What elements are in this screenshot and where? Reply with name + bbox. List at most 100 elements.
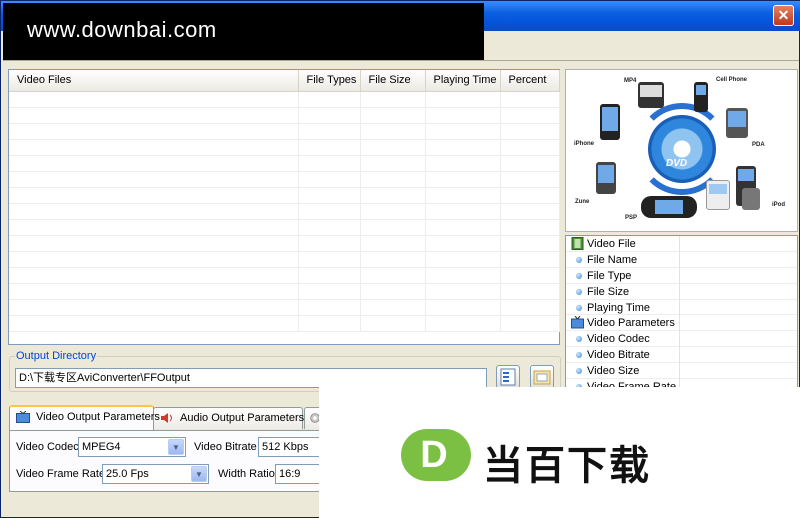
table-row[interactable] bbox=[9, 155, 560, 172]
video-codec-select[interactable]: MPEG4 ▼ bbox=[78, 437, 186, 457]
bullet-icon bbox=[576, 368, 582, 375]
table-cell bbox=[298, 187, 361, 204]
table-cell bbox=[298, 123, 361, 140]
table-row[interactable] bbox=[9, 171, 560, 188]
device-label-zune: Zune bbox=[575, 199, 590, 205]
property-row[interactable]: File Size bbox=[566, 283, 797, 300]
table-cell bbox=[9, 251, 299, 268]
video-frame-rate-select[interactable]: 25.0 Fps ▼ bbox=[102, 464, 209, 484]
table-cell bbox=[9, 203, 299, 220]
property-value-cell bbox=[679, 331, 680, 348]
table-cell bbox=[298, 171, 361, 188]
watermark-site-name: 当百下载 bbox=[483, 443, 651, 489]
video-file-list[interactable]: Video Files File Types File Size Playing… bbox=[8, 69, 560, 345]
table-cell bbox=[425, 123, 501, 140]
file-list-header: Video Files File Types File Size Playing… bbox=[9, 70, 560, 92]
bullet-icon bbox=[576, 336, 582, 343]
column-header-percent[interactable]: Percent bbox=[500, 70, 560, 92]
table-cell bbox=[425, 171, 501, 188]
column-header-file-size[interactable]: File Size bbox=[360, 70, 426, 92]
table-row[interactable] bbox=[9, 283, 560, 300]
device-label-mp4: MP4 bbox=[624, 78, 637, 84]
table-cell bbox=[360, 219, 426, 236]
table-cell bbox=[9, 283, 299, 300]
property-label: Video Codec bbox=[587, 333, 650, 346]
ipod-icon bbox=[706, 180, 730, 210]
table-cell bbox=[500, 155, 560, 172]
property-label: File Type bbox=[587, 269, 632, 282]
table-row[interactable] bbox=[9, 123, 560, 140]
table-cell bbox=[500, 187, 560, 204]
table-cell bbox=[298, 139, 361, 156]
table-cell bbox=[500, 251, 560, 268]
iphone-icon bbox=[600, 104, 620, 140]
property-row[interactable]: File Name bbox=[566, 251, 797, 268]
property-row[interactable]: Video Parameters bbox=[566, 315, 797, 332]
table-cell bbox=[500, 91, 560, 108]
table-row[interactable] bbox=[9, 203, 560, 220]
table-cell bbox=[500, 299, 560, 316]
tab-audio-output-parameters[interactable]: Audio Output Parameters bbox=[153, 407, 304, 429]
bullet-icon bbox=[576, 304, 582, 311]
table-cell bbox=[500, 203, 560, 220]
table-cell bbox=[9, 219, 299, 236]
table-cell bbox=[425, 235, 501, 252]
table-cell bbox=[9, 315, 299, 332]
close-button[interactable]: ✕ bbox=[773, 5, 794, 26]
browse-folder-button[interactable] bbox=[496, 365, 520, 389]
table-row[interactable] bbox=[9, 187, 560, 204]
table-row[interactable] bbox=[9, 251, 560, 268]
table-cell bbox=[500, 315, 560, 332]
column-header-file-types[interactable]: File Types bbox=[298, 70, 361, 92]
table-cell bbox=[425, 139, 501, 156]
table-cell bbox=[9, 299, 299, 316]
property-row[interactable]: Video File bbox=[566, 236, 797, 252]
table-cell bbox=[500, 107, 560, 124]
property-row[interactable]: Playing Time bbox=[566, 299, 797, 316]
property-label: Video Parameters bbox=[587, 317, 675, 330]
table-cell bbox=[425, 219, 501, 236]
table-row[interactable] bbox=[9, 299, 560, 316]
tab-video-output-parameters[interactable]: Video Output Parameters bbox=[9, 405, 160, 430]
table-row[interactable] bbox=[9, 235, 560, 252]
table-cell bbox=[425, 107, 501, 124]
table-cell bbox=[425, 283, 501, 300]
column-header-video-files[interactable]: Video Files bbox=[9, 70, 299, 92]
table-cell bbox=[298, 283, 361, 300]
table-cell bbox=[425, 203, 501, 220]
chevron-down-icon[interactable]: ▼ bbox=[191, 466, 207, 482]
table-row[interactable] bbox=[9, 267, 560, 284]
bullet-icon bbox=[576, 272, 582, 279]
chevron-down-icon[interactable]: ▼ bbox=[168, 439, 184, 455]
folder-list-icon bbox=[500, 368, 516, 386]
properties-panel[interactable]: Video File File Name File Type File Size Pla… bbox=[565, 235, 798, 388]
output-directory-input[interactable]: D:\下载专区AviConverter\FFOutput bbox=[15, 368, 487, 388]
table-cell bbox=[360, 139, 426, 156]
property-label: File Name bbox=[587, 253, 638, 266]
property-row[interactable]: Video Codec bbox=[566, 331, 797, 348]
property-label: Video Bitrate bbox=[587, 349, 650, 362]
property-row[interactable]: File Type bbox=[566, 267, 797, 284]
property-row[interactable]: Video Bitrate bbox=[566, 347, 797, 364]
table-row[interactable] bbox=[9, 139, 560, 156]
table-row[interactable] bbox=[9, 219, 560, 236]
table-row[interactable] bbox=[9, 91, 560, 108]
property-value-cell bbox=[679, 251, 680, 268]
table-cell bbox=[500, 235, 560, 252]
column-header-playing-time[interactable]: Playing Time bbox=[425, 70, 501, 92]
table-cell bbox=[425, 251, 501, 268]
table-cell bbox=[500, 283, 560, 300]
file-list-body bbox=[9, 91, 560, 332]
table-cell bbox=[9, 123, 299, 140]
watermark-overlay: D 当百下载 bbox=[319, 387, 800, 518]
table-row[interactable] bbox=[9, 315, 560, 332]
video-frame-rate-label: Video Frame Rate bbox=[16, 468, 106, 480]
property-row[interactable]: Video Size bbox=[566, 363, 797, 380]
table-cell bbox=[298, 219, 361, 236]
table-cell bbox=[360, 187, 426, 204]
table-cell bbox=[298, 91, 361, 108]
open-folder-button[interactable] bbox=[530, 365, 554, 389]
table-row[interactable] bbox=[9, 107, 560, 124]
table-cell bbox=[500, 267, 560, 284]
dvd-label: DVD bbox=[666, 158, 688, 169]
